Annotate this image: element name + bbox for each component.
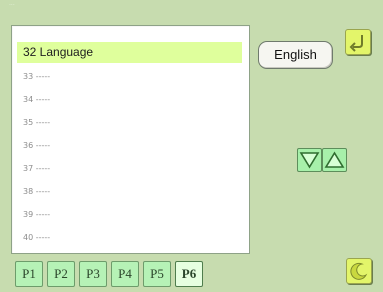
tab-p2[interactable]: P2 <box>47 261 75 287</box>
list-item[interactable]: 38 ----- <box>17 181 242 202</box>
night-mode-button[interactable] <box>346 258 372 284</box>
tab-p1[interactable]: P1 <box>15 261 43 287</box>
tab-p4[interactable]: P4 <box>111 261 139 287</box>
list-item[interactable]: 33 ----- <box>17 66 242 87</box>
list-item[interactable]: 35 ----- <box>17 112 242 133</box>
list-item[interactable]: 37 ----- <box>17 158 242 179</box>
scroll-down-button[interactable] <box>297 148 322 172</box>
top-mark: ··· <box>9 2 15 9</box>
tab-p6[interactable]: P6 <box>175 261 203 287</box>
settings-screen: ··· 32 Language 33 ----- 34 ----- 35 ---… <box>0 0 383 292</box>
list-item-language-selected[interactable]: 32 Language <box>17 42 242 63</box>
tab-p5[interactable]: P5 <box>143 261 171 287</box>
parameter-list: 32 Language 33 ----- 34 ----- 35 ----- 3… <box>11 25 250 254</box>
scroll-up-button[interactable] <box>322 148 347 172</box>
list-item[interactable]: 36 ----- <box>17 135 242 156</box>
list-item[interactable]: 40 ----- <box>17 227 242 248</box>
language-value-button[interactable]: English <box>258 41 333 69</box>
tab-p3[interactable]: P3 <box>79 261 107 287</box>
list-item[interactable]: 39 ----- <box>17 204 242 225</box>
list-item[interactable]: 34 ----- <box>17 89 242 110</box>
return-button[interactable] <box>345 29 371 55</box>
